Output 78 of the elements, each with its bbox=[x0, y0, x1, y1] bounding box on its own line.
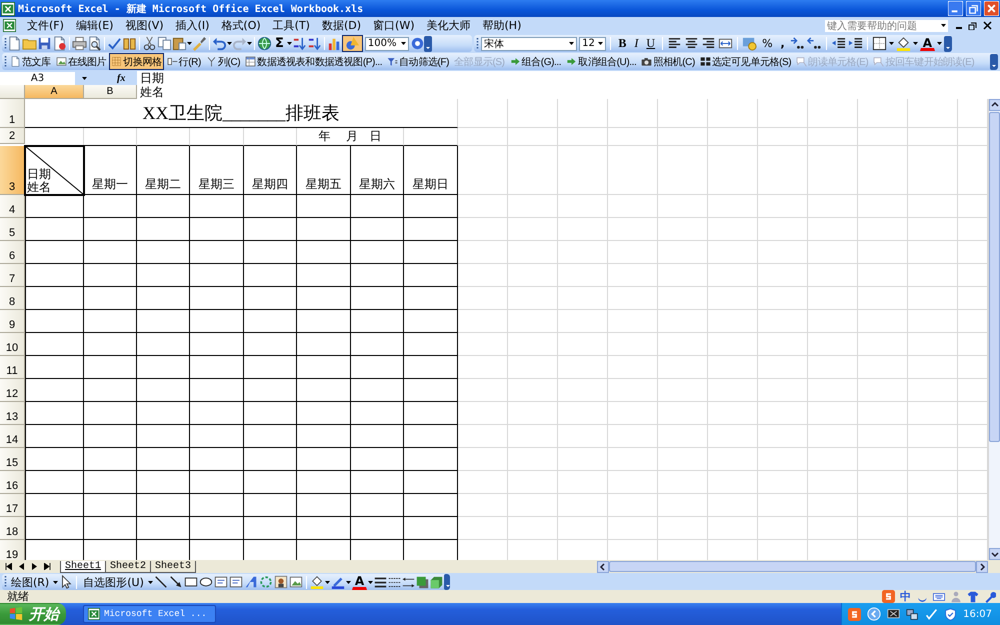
menu-item[interactable]: 格式(O) bbox=[216, 17, 268, 34]
clock: 16:07 bbox=[963, 608, 992, 620]
percent-button[interactable]: % bbox=[759, 35, 776, 52]
row-header[interactable]: 11 bbox=[0, 356, 25, 379]
corner-label: 日期 bbox=[27, 168, 51, 181]
row-header[interactable]: 6 bbox=[0, 241, 25, 264]
toolbar-button[interactable]: 范文库 bbox=[8, 53, 53, 70]
date-line: 年 月 日 bbox=[297, 128, 404, 146]
toolbar-button[interactable]: 选定可见单元格(S) bbox=[698, 53, 794, 70]
row-header[interactable]: 8 bbox=[0, 287, 25, 310]
ime-mode-button[interactable]: 中 bbox=[900, 590, 911, 603]
row-header[interactable]: 14 bbox=[0, 425, 25, 448]
status-text: 就绪 bbox=[6, 590, 30, 603]
sum-button[interactable]: Σ bbox=[272, 35, 287, 52]
sheet-tab[interactable]: Sheet1 bbox=[60, 560, 106, 572]
row-header[interactable]: 19 bbox=[0, 540, 25, 560]
toolbar-button[interactable]: 行(R) bbox=[164, 53, 203, 70]
toolbar-button[interactable]: 照相机(C) bbox=[639, 53, 697, 70]
toolbar-button[interactable]: 切换网格 bbox=[109, 53, 164, 70]
underline-button[interactable]: U bbox=[643, 35, 658, 52]
menu-item[interactable]: 帮助(H) bbox=[478, 17, 528, 34]
table-cell: 星期二 bbox=[137, 146, 190, 195]
font-size-field[interactable]: 12 bbox=[579, 36, 606, 50]
row-header[interactable]: 2 bbox=[0, 128, 25, 144]
column-header[interactable]: B bbox=[84, 85, 137, 99]
start-button[interactable]: 开始 bbox=[0, 603, 66, 625]
row-header[interactable]: 17 bbox=[0, 494, 25, 517]
italic-button[interactable]: I bbox=[631, 35, 642, 52]
row-header[interactable]: 12 bbox=[0, 379, 25, 402]
sheet-title: XX卫生院_______排班表 bbox=[25, 99, 458, 128]
toolbar-button[interactable]: 取消组合(U)... bbox=[564, 53, 638, 70]
name-box[interactable]: A3 bbox=[0, 72, 75, 84]
help-search-field[interactable]: 键入需要帮助的问题 bbox=[824, 18, 949, 32]
row-header[interactable]: 10 bbox=[0, 333, 25, 356]
draw-menu-button[interactable]: 绘图(R) bbox=[8, 574, 52, 590]
menu-item[interactable]: 插入(I) bbox=[170, 17, 216, 34]
comma-button[interactable]: , bbox=[778, 35, 788, 52]
formula-text: 姓名 bbox=[140, 85, 164, 99]
row-header[interactable]: 5 bbox=[0, 218, 25, 241]
table-cell: 星期一 bbox=[84, 146, 137, 195]
row-header[interactable]: 9 bbox=[0, 310, 25, 333]
corner-label: 姓名 bbox=[27, 181, 51, 194]
row-header[interactable]: 3 bbox=[0, 146, 25, 195]
toolbar-button[interactable]: 数据透视表和数据透视图(P)... bbox=[243, 53, 384, 70]
function-label[interactable]: fx bbox=[117, 72, 126, 84]
bold-button[interactable]: B bbox=[615, 35, 630, 52]
row-header[interactable]: 15 bbox=[0, 448, 25, 471]
row-header[interactable]: 18 bbox=[0, 517, 25, 540]
taskbar-button[interactable]: Microsoft Excel ... bbox=[83, 605, 216, 623]
row-header[interactable]: 4 bbox=[0, 195, 25, 218]
window-title: Microsoft Excel - 新建 Microsoft Office Excel Workbook.xls bbox=[18, 2, 364, 16]
zoom-field[interactable]: 100% bbox=[364, 36, 409, 50]
table-cell: 星期日 bbox=[404, 146, 458, 195]
formula-text: 日期 bbox=[140, 71, 164, 85]
toolbar-button[interactable]: 组合(G)... bbox=[508, 53, 564, 70]
row-header[interactable]: 16 bbox=[0, 471, 25, 494]
column-header[interactable]: A bbox=[25, 85, 84, 99]
toolbar-button[interactable]: 自动筛选(F) bbox=[385, 53, 452, 70]
toolbar-button[interactable]: 列(C) bbox=[204, 53, 242, 70]
menu-item[interactable]: 编辑(E) bbox=[70, 17, 120, 34]
toolbar-button[interactable]: 在线图片 bbox=[54, 53, 108, 70]
sheet-tab[interactable]: Sheet2 bbox=[105, 560, 152, 572]
menu-item[interactable]: 工具(T) bbox=[268, 17, 317, 34]
row-header[interactable]: 1 bbox=[0, 99, 25, 128]
menu-item[interactable]: 窗口(W) bbox=[368, 17, 422, 34]
table-cell: 星期五 bbox=[297, 146, 351, 195]
row-header[interactable]: 7 bbox=[0, 264, 25, 287]
menu-item[interactable]: 文件(F) bbox=[22, 17, 71, 34]
table-cell: 星期六 bbox=[351, 146, 404, 195]
menu-item[interactable]: 数据(D) bbox=[316, 17, 368, 34]
autoshapes-menu-button[interactable]: 自选图形(U) bbox=[80, 574, 147, 590]
row-header[interactable]: 13 bbox=[0, 402, 25, 425]
table-cell: 星期三 bbox=[190, 146, 244, 195]
sheet-tab[interactable]: Sheet3 bbox=[150, 560, 196, 572]
menu-item[interactable]: 视图(V) bbox=[120, 17, 171, 34]
font-field[interactable]: 宋体 bbox=[481, 36, 578, 50]
menu-item[interactable]: 美化大师 bbox=[422, 17, 478, 34]
table-cell: 星期四 bbox=[244, 146, 297, 195]
